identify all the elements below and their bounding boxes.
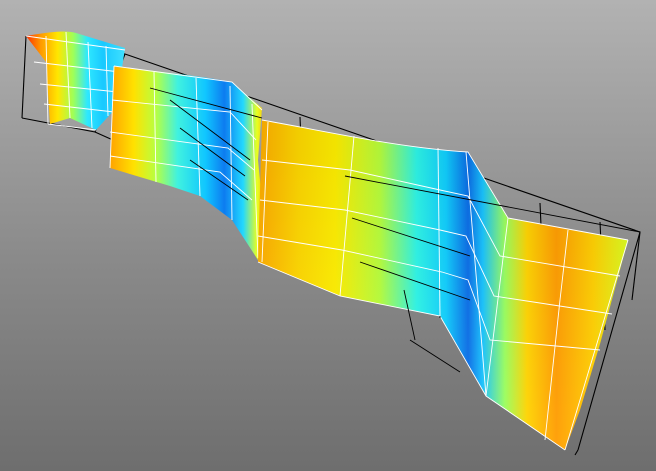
surface-plot-canvas[interactable]	[0, 0, 656, 471]
surface-panel-near	[257, 119, 641, 451]
3d-viewport[interactable]	[0, 0, 656, 471]
surface-panel-middle	[109, 65, 263, 260]
surface-panel-far	[25, 31, 126, 131]
